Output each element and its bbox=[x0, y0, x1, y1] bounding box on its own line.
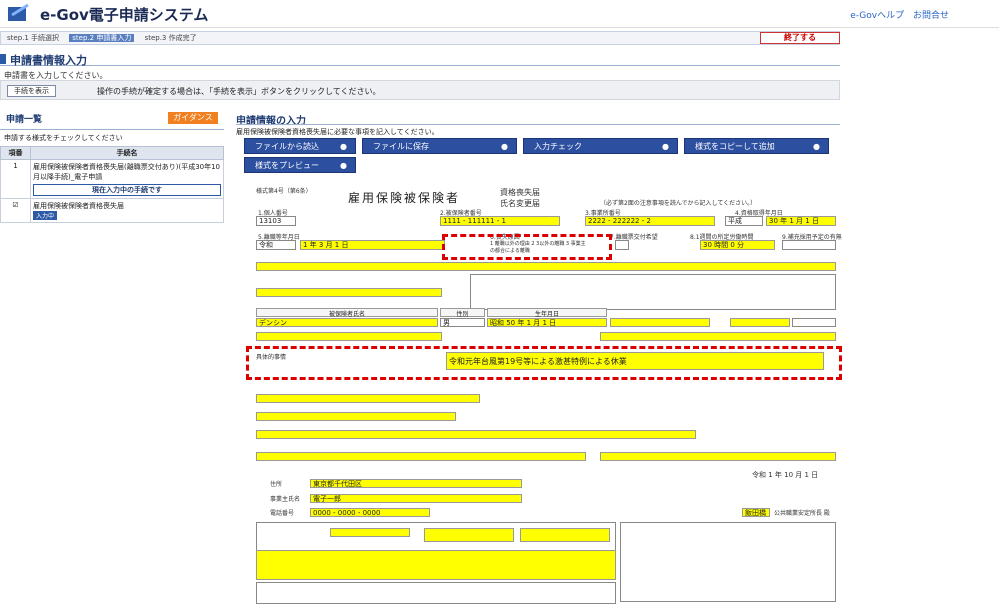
acquisition-date-input[interactable]: 30 年 1 月 1 日 bbox=[766, 216, 836, 226]
load-file-button[interactable]: ファイルから読込 bbox=[244, 138, 356, 155]
consultant-name-input[interactable] bbox=[424, 528, 514, 542]
insured-number-input[interactable]: 1111 - 111111 - 1 bbox=[440, 216, 560, 226]
application-list-hint: 申請する様式をチェックしてください bbox=[4, 134, 123, 142]
status-badge: 入力中 bbox=[33, 211, 58, 220]
submit-date: 令和 1 年 10 月 1 日 bbox=[752, 471, 819, 479]
form-number: 様式第4号（第6条） bbox=[256, 188, 312, 195]
name-input[interactable] bbox=[256, 262, 836, 271]
table-row[interactable]: 1 雇用保険被保険者資格喪失届(離職票交付あり)(平成30年10月以降手続)_電… bbox=[0, 159, 224, 199]
copy-form-button[interactable]: 様式をコピーして追加 bbox=[684, 138, 829, 155]
separation-slip-input[interactable] bbox=[615, 240, 629, 250]
col-no: 項番 bbox=[0, 146, 31, 160]
divider bbox=[236, 124, 840, 125]
row-checkbox[interactable]: ☑ bbox=[0, 198, 31, 223]
egov-logo-icon bbox=[8, 3, 29, 21]
sex-header: 性別 bbox=[440, 308, 485, 318]
leave-date-input[interactable]: 1 年 3 月 1 日 bbox=[300, 240, 445, 250]
remarks-input[interactable] bbox=[256, 550, 616, 580]
status-residence-input[interactable] bbox=[256, 430, 696, 439]
name-header: 被保険者氏名 bbox=[256, 308, 438, 318]
step-bar: step.1 手続選択 step.2 申請書入力 step.3 作成完了 bbox=[0, 31, 840, 45]
job-category-select[interactable] bbox=[792, 318, 836, 327]
contract-input[interactable] bbox=[600, 332, 836, 341]
section-title: 申請書情報入力 bbox=[0, 52, 840, 67]
specific-reason-input[interactable]: 令和元年台風第19号等による激甚特例による休業 bbox=[446, 352, 824, 370]
highlight-frame bbox=[442, 234, 612, 260]
work-location-input[interactable] bbox=[256, 452, 586, 461]
reason-label: 具体的事情 bbox=[256, 354, 287, 361]
main-subtitle: 雇用保険被保険者資格喪失届に必要な事項を記入してください。 bbox=[236, 128, 439, 136]
address-input[interactable]: 東京都千代田区 bbox=[310, 479, 522, 488]
stamp-row bbox=[256, 582, 616, 604]
save-file-button[interactable]: ファイルに保存 bbox=[362, 138, 517, 155]
unknown-reason-input[interactable] bbox=[600, 452, 836, 461]
office-use-box bbox=[620, 522, 836, 602]
personal-number-input[interactable]: 13103 bbox=[256, 216, 296, 226]
application-table: 項番 手続名 1 雇用保険被保険者資格喪失届(離職票交付あり)(平成30年10月… bbox=[0, 146, 224, 223]
end-button[interactable]: 終了する bbox=[760, 32, 840, 44]
occupation-input[interactable] bbox=[730, 318, 790, 327]
procedure-note: 操作の手続が確定する場合は、「手続を表示」ボタンをクリックしてください。 bbox=[97, 87, 381, 96]
row-name: 雇用保険被保険者資格喪失届 bbox=[33, 202, 124, 210]
col-name: 手続名 bbox=[30, 146, 224, 160]
consultant-date-input[interactable] bbox=[330, 528, 410, 537]
owner-label: 事業主氏名 bbox=[270, 496, 301, 503]
preview-form-button[interactable]: 様式をプレビュー bbox=[244, 157, 356, 174]
address-label: 住所 bbox=[270, 481, 283, 488]
birth-date-input[interactable]: 昭和 50 年 1 月 1 日 bbox=[487, 318, 607, 327]
help-link[interactable]: e-Govヘルプ bbox=[850, 11, 904, 21]
guidance-button[interactable]: ガイダンス bbox=[168, 112, 218, 124]
row-name: 雇用保険被保険者資格喪失届(離職票交付あり)(平成30年10月以降手続)_電子申… bbox=[33, 163, 221, 181]
application-list: 申請一覧 申請する様式をチェックしてください 項番 手続名 1 雇用保険被保険者… bbox=[0, 108, 224, 223]
form-note: （必ず第2面の注意事項を読んでから記入してください。） bbox=[600, 200, 757, 207]
step-3: step.3 作成完了 bbox=[144, 34, 197, 42]
top-links: e-Govヘルプ お問合せ bbox=[844, 8, 949, 21]
office-suffix: 公共職業安定所長 殿 bbox=[774, 510, 830, 517]
employment-type-input[interactable] bbox=[610, 318, 710, 327]
acquisition-era-select[interactable]: 平成 bbox=[725, 216, 763, 226]
procedure-row: 手続を表示 操作の手続が確定する場合は、「手続を表示」ボタンをクリックしてくださ… bbox=[0, 80, 840, 100]
nationality-input[interactable] bbox=[256, 412, 456, 421]
leave-era-select[interactable]: 令和 bbox=[256, 240, 296, 250]
form-title: 雇用保険被保険者 bbox=[348, 191, 461, 205]
consultant-tel-input[interactable] bbox=[520, 528, 610, 542]
owner-name-input[interactable]: 電子一郎 bbox=[310, 494, 522, 503]
option-name-change[interactable]: 氏名変更届 bbox=[500, 198, 540, 209]
sex-select[interactable]: 男 bbox=[440, 318, 485, 327]
tel-label: 電話番号 bbox=[270, 510, 295, 517]
step-1: step.1 手続選択 bbox=[7, 34, 60, 42]
kana-input[interactable]: デンシン bbox=[256, 318, 438, 327]
work-type-input[interactable] bbox=[256, 332, 442, 341]
insured-name-romaji-input[interactable] bbox=[256, 394, 480, 403]
contact-link[interactable]: お問合せ bbox=[913, 11, 949, 21]
option-loss[interactable]: 資格喪失届 bbox=[500, 187, 540, 198]
input-check-button[interactable]: 入力チェック bbox=[523, 138, 678, 155]
office-number-input[interactable]: 2222 - 222222 - 2 bbox=[585, 216, 715, 226]
app-title: e-Gov電子申請システム bbox=[40, 6, 209, 24]
birth-header: 生年月日 bbox=[487, 308, 607, 318]
step-2: step.2 申請書入力 bbox=[69, 34, 135, 42]
row-no: 1 bbox=[0, 159, 31, 199]
top-bar: e-Gov電子申請システム e-Govヘルプ お問合せ bbox=[0, 0, 999, 28]
individual-number-input[interactable] bbox=[256, 288, 442, 297]
previous-office-box bbox=[470, 274, 836, 310]
office-input[interactable]: 飯田橋 bbox=[742, 508, 770, 517]
table-row[interactable]: ☑ 雇用保険被保険者資格喪失届 入力中 bbox=[0, 198, 224, 223]
tel-input[interactable]: 0000 - 0000 - 0000 bbox=[310, 508, 430, 517]
replacement-select[interactable] bbox=[782, 240, 836, 250]
work-hours-input[interactable]: 30 時間 0 分 bbox=[700, 240, 775, 250]
show-procedure-button[interactable]: 手続を表示 bbox=[7, 85, 56, 97]
current-input-button[interactable]: 現在入力中の手続です bbox=[33, 184, 221, 196]
